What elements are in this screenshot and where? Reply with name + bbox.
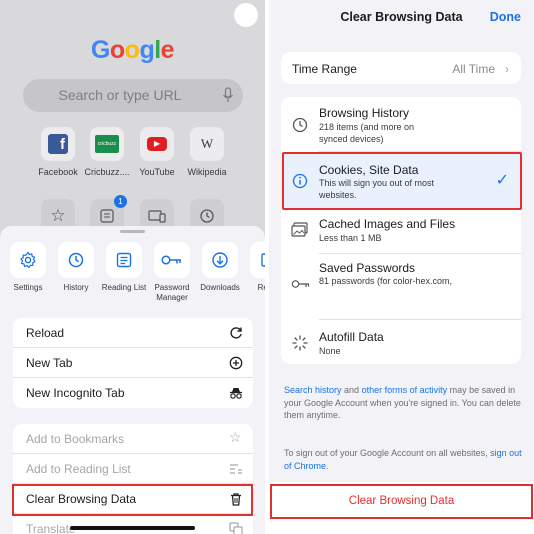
search-history-link[interactable]: Search history (284, 385, 342, 395)
recent-tabs-icon (250, 242, 265, 278)
gear-icon (10, 242, 46, 278)
logo-letter: e (160, 36, 175, 64)
tool-recent-tabs[interactable]: Re Ta (245, 242, 265, 293)
item-cached-images[interactable]: Cached Images and Files Less than 1 MB (281, 209, 521, 254)
highlight-clear-browsing-data (12, 484, 253, 516)
logo-letter: G (90, 36, 110, 64)
activity-info-text: Search history and other forms of activi… (284, 385, 521, 420)
facebook-icon: f (41, 127, 75, 161)
tool-settings[interactable]: Settings (5, 242, 51, 293)
menu-reload[interactable]: Reload (13, 318, 253, 348)
clear-browsing-data-button[interactable]: Clear Browsing Data (270, 484, 533, 519)
tool-downloads[interactable]: Downloads (197, 242, 243, 293)
microphone-icon[interactable] (222, 87, 234, 104)
home-indicator (70, 526, 195, 530)
time-range-value: All Time (452, 62, 495, 76)
menu-new-tab[interactable]: New Tab (13, 348, 253, 378)
menu-translate[interactable]: Translate (13, 514, 253, 534)
item-saved-passwords[interactable]: Saved Passwords 81 passwords (for color-… (281, 255, 521, 320)
reload-icon (230, 327, 242, 339)
logo-letter: o (124, 36, 140, 64)
history-icon (58, 242, 94, 278)
reading-list-add-icon (230, 464, 242, 474)
plus-circle-icon (229, 356, 243, 370)
menu-add-to-bookmarks[interactable]: Add to Bookmarks ☆ (13, 424, 253, 454)
other-activity-link[interactable]: other forms of activity (362, 385, 448, 395)
logo-letter: g (139, 36, 155, 64)
done-button[interactable]: Done (490, 10, 521, 24)
search-omnibox[interactable]: Search or type URL (23, 79, 243, 112)
menu-new-incognito-tab[interactable]: New Incognito Tab (13, 378, 253, 408)
notification-badge: 1 (114, 195, 127, 208)
item-cookies-site-data[interactable]: Cookies, Site Data This will sign you ou… (281, 153, 521, 208)
menu-group-navigation: Reload New Tab New Incognito Tab (13, 318, 253, 408)
chevron-right-icon: › (505, 62, 509, 76)
sheet-grabber[interactable] (120, 230, 145, 233)
info-icon (292, 173, 308, 189)
chrome-new-tab-panel: Google Search or type URL f Facebook cri… (0, 0, 265, 534)
star-icon: ☆ (229, 429, 242, 445)
translate-icon (229, 522, 243, 534)
logo-letter: o (109, 36, 125, 64)
wikipedia-icon: W (190, 127, 224, 161)
download-icon (202, 242, 238, 278)
shortcut-wikipedia[interactable]: W Wikipedia (177, 127, 237, 177)
data-types-list: Browsing History 218 items (and more on … (281, 97, 521, 364)
time-range-row[interactable]: Time Range All Time › (281, 52, 521, 84)
youtube-icon: ▶ (140, 127, 174, 161)
incognito-icon (230, 388, 242, 399)
key-icon (291, 280, 310, 288)
history-icon (292, 117, 308, 133)
item-autofill-data[interactable]: Autofill Data None (281, 321, 521, 364)
image-icon (291, 222, 308, 237)
item-browsing-history[interactable]: Browsing History 218 items (and more on … (281, 97, 521, 152)
tool-history[interactable]: History (53, 242, 99, 293)
search-placeholder: Search or type URL (58, 87, 182, 103)
sign-out-info-text: To sign out of your Google Account on al… (284, 448, 522, 471)
checkmark-icon: ✓ (495, 172, 509, 189)
profile-avatar[interactable] (234, 3, 258, 27)
menu-group-actions: Add to Bookmarks ☆ Add to Reading List C… (13, 424, 253, 534)
key-icon (154, 242, 190, 278)
bottom-action-bar: Clear Browsing Data (269, 482, 534, 534)
autofill-icon (292, 335, 308, 351)
tool-reading-list[interactable]: Reading List (101, 242, 147, 293)
tool-password-manager[interactable]: Password Manager (149, 242, 195, 303)
google-logo: Google (0, 36, 265, 65)
clear-browsing-data-panel: Clear Browsing Data Done Time Range All … (269, 0, 534, 534)
reading-list-icon (106, 242, 142, 278)
menu-add-to-reading-list[interactable]: Add to Reading List (13, 454, 253, 484)
cricbuzz-icon: cricbuzz (90, 127, 124, 161)
